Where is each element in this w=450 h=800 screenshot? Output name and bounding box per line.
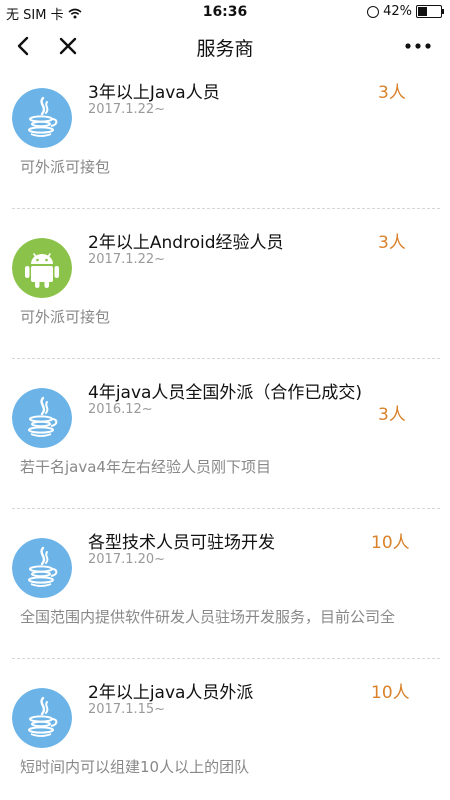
item-count: 3人 [378,405,406,425]
item-title: 3年以上Java人员 [88,83,220,103]
item-title: 各型技术人员可驻场开发 [88,533,275,553]
more-icon[interactable] [402,32,434,60]
item-count: 10人 [371,533,410,553]
list-item[interactable]: 2年以上java人员外派 2017.1.15~ 10人短时间内可以组建10人以上的团… [0,610,450,776]
battery-icon [416,5,444,18]
list-item[interactable]: 4年java人员全国外派（合作已成交) 2016.12~ 3人 若干名java4年左右… [0,310,450,509]
android-icon [12,238,72,298]
status-right: 42% [367,4,444,19]
java-icon [12,688,72,748]
item-count: 3人 [378,83,406,103]
list-item[interactable]: 各型技术人员可驻场开发 2017.1.20~ 10人 全国范围内提供软件研发人员驻场开… [0,460,450,659]
nav-bar: 服务商 [0,24,450,70]
close-icon[interactable] [54,32,82,60]
list-item[interactable]: 2年以上Android经验人员 2017.1.22~ 3人 可外派可接包 [0,160,450,359]
status-bar: 无 SIM 卡 16:36 42% [0,0,450,24]
item-date: 2017.1.20~ [88,552,166,567]
java-icon [12,538,72,598]
item-date: 2017.1.22~ [88,102,166,117]
battery-percent: 42% [383,4,412,19]
rotation-lock-icon [367,5,380,18]
item-date: 2016.12~ [88,402,153,417]
item-count: 3人 [378,233,406,253]
item-title: 2年以上Android经验人员 [88,233,284,253]
item-date: 2017.1.22~ [88,252,166,267]
item-date: 2017.1.15~ [88,702,166,717]
item-count: 10人 [371,683,410,703]
provider-list: 3年以上Java人员 2017.1.22~ 3人 可外派可接包 2年以上Android… [0,70,450,800]
list-item[interactable]: 3年以上Java人员 2017.1.22~ 3人 可外派可接包 [0,70,450,209]
item-description: 短时间内可以组建10人以上的团队 [20,758,250,776]
java-icon [12,388,72,448]
item-title: 2年以上java人员外派 [88,683,254,703]
java-icon [12,88,72,148]
back-icon[interactable] [10,32,38,60]
item-title: 4年java人员全国外派（合作已成交) [88,383,363,403]
